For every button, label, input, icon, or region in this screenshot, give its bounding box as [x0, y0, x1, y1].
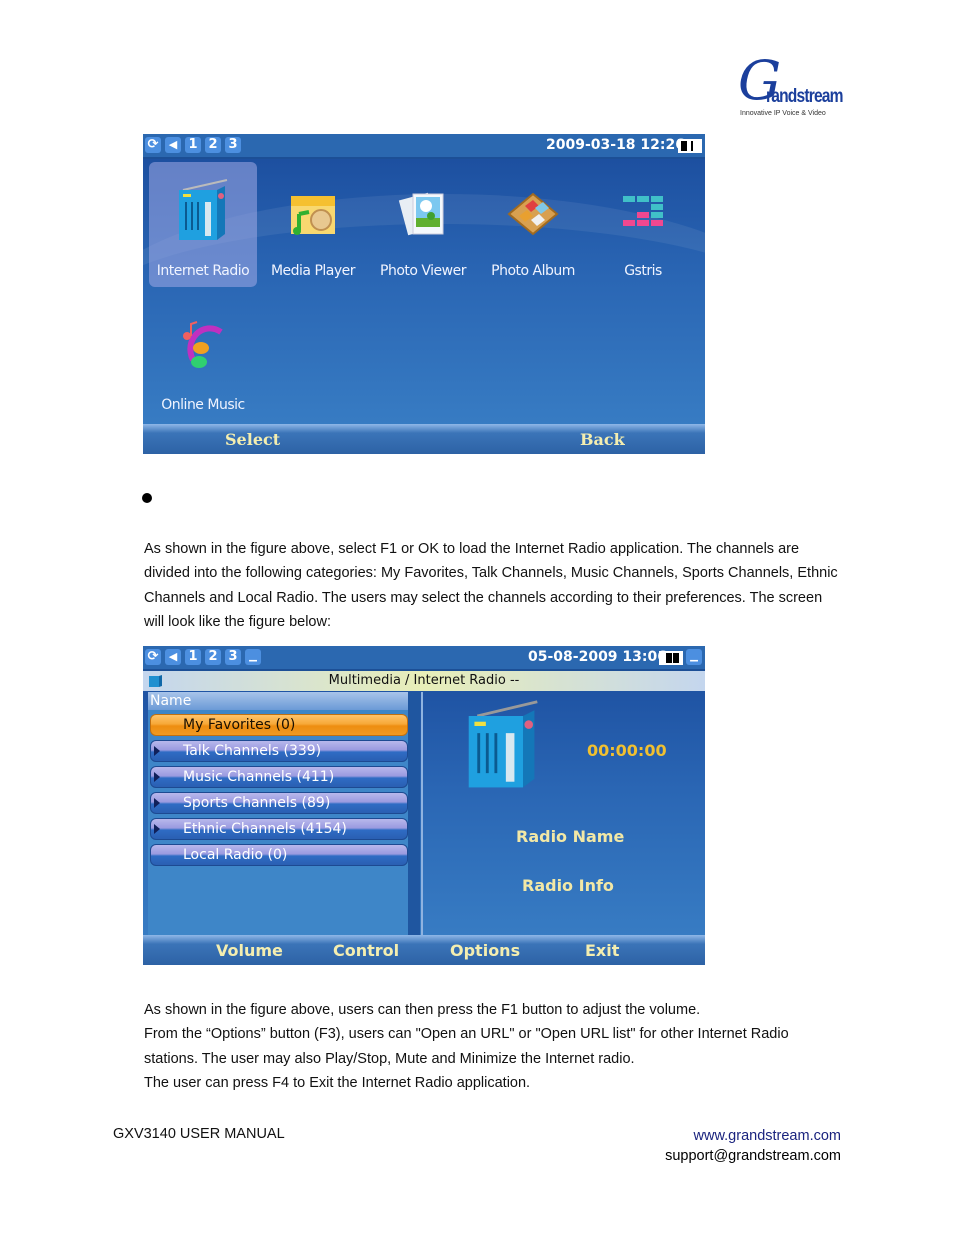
expand-arrow-icon	[154, 824, 160, 834]
paragraph-usage: As shown in the figure above, users can …	[144, 998, 844, 1095]
control-softkey[interactable]: Control	[333, 941, 399, 960]
app-gstris[interactable]: Gstris	[589, 162, 697, 287]
status-bar: ⟳ ◀ 1 2 3 ▁ 05-08-2009 13:06 ▁	[143, 646, 705, 671]
list-header-name[interactable]: Name	[148, 692, 408, 710]
channel-label: Ethnic Channels (4154)	[183, 821, 347, 837]
battery-icon	[678, 139, 702, 153]
playback-timer: 00:00:00	[587, 741, 667, 760]
channel-row-talk[interactable]: Talk Channels (339)	[150, 740, 408, 762]
logo-tagline: Innovative IP Voice & Video	[740, 110, 826, 117]
screen-title: Multimedia / Internet Radio --	[328, 673, 520, 688]
exit-softkey[interactable]: Exit	[585, 941, 619, 960]
app-photo-viewer[interactable]: Photo Viewer	[369, 162, 477, 287]
internet-radio-screenshot: ⟳ ◀ 1 2 3 ▁ 05-08-2009 13:06 ▁ Multimedi…	[143, 646, 705, 965]
line-3-icon: 3	[225, 137, 241, 153]
headphones-icon	[183, 321, 223, 368]
softkey-bar: Select Back	[143, 424, 705, 454]
list-scrollbar[interactable]	[408, 692, 420, 935]
paragraph-intro: As shown in the figure above, select F1 …	[144, 541, 838, 630]
expand-arrow-icon	[154, 772, 160, 782]
status-datetime: 2009-03-18 12:26	[546, 137, 685, 153]
minimize-icon: ▁	[245, 649, 261, 665]
sync-icon: ⟳	[145, 649, 161, 665]
logo-wordmark: randstream	[766, 86, 843, 107]
back-softkey[interactable]: Back	[580, 430, 625, 449]
radio-name: Radio Name	[516, 827, 625, 846]
channel-label: My Favorites (0)	[183, 717, 296, 733]
channel-row-ethnic[interactable]: Ethnic Channels (4154)	[150, 818, 408, 840]
pane-divider	[421, 692, 423, 935]
line-2-icon: 2	[205, 137, 221, 153]
app-label: Photo Viewer	[380, 263, 466, 279]
volume-softkey[interactable]: Volume	[216, 941, 283, 960]
speaker-icon: ◀	[165, 649, 181, 665]
app-photo-album[interactable]: Photo Album	[479, 162, 587, 287]
app-label: Photo Album	[491, 263, 575, 279]
channel-label: Sports Channels (89)	[183, 795, 331, 811]
bullet-point	[142, 493, 152, 503]
status-bar: ⟳ ◀ 1 2 3 2009-03-18 12:26	[143, 134, 705, 159]
line-3-icon: 3	[225, 649, 241, 665]
minimize-icon: ▁	[686, 649, 702, 665]
select-softkey[interactable]: Select	[225, 430, 280, 449]
grandstream-logo: G randstream Innovative IP Voice & Video	[738, 54, 843, 120]
channel-row-local[interactable]: Local Radio (0)	[150, 844, 408, 866]
photo-viewer-icon	[398, 192, 444, 236]
sync-icon: ⟳	[145, 137, 161, 153]
battery-icon	[659, 651, 683, 665]
line-1-icon: 1	[185, 649, 201, 665]
channel-label: Talk Channels (339)	[183, 743, 322, 759]
channel-row-my-favorites[interactable]: My Favorites (0)	[150, 714, 408, 736]
title-bar: Multimedia / Internet Radio --	[143, 671, 705, 691]
photo-album-icon	[507, 192, 559, 236]
app-label: Online Music	[161, 397, 245, 413]
channel-list: Name My Favorites (0) Talk Channels (339…	[148, 692, 408, 935]
radio-info: Radio Info	[522, 876, 614, 895]
expand-arrow-icon	[154, 746, 160, 756]
footer-manual-title: GXV3140 USER MANUAL	[113, 1126, 285, 1142]
support-email[interactable]: support@grandstream.com	[665, 1146, 841, 1166]
line-1-icon: 1	[185, 137, 201, 153]
multimedia-menu-screenshot: ⟳ ◀ 1 2 3 2009-03-18 12:26 Internet Radi…	[143, 134, 705, 454]
options-softkey[interactable]: Options	[450, 941, 520, 960]
website-link[interactable]: www.grandstream.com	[665, 1126, 841, 1146]
app-internet-radio[interactable]: Internet Radio	[149, 162, 257, 287]
channel-row-music[interactable]: Music Channels (411)	[150, 766, 408, 788]
app-label: Internet Radio	[156, 263, 250, 279]
channel-label: Music Channels (411)	[183, 769, 335, 785]
speaker-icon: ◀	[165, 137, 181, 153]
usage-line-options: From the “Options” button (F3), users ca…	[144, 1026, 789, 1067]
usage-line-exit: The user can press F4 to Exit the Intern…	[144, 1074, 531, 1091]
app-online-music[interactable]: Online Music	[149, 296, 257, 421]
app-label: Gstris	[624, 263, 662, 279]
expand-arrow-icon	[154, 798, 160, 808]
media-player-icon	[291, 196, 335, 235]
channel-row-sports[interactable]: Sports Channels (89)	[150, 792, 408, 814]
line-2-icon: 2	[205, 649, 221, 665]
radio-icon	[179, 179, 228, 240]
usage-line-volume: As shown in the figure above, users can …	[144, 1002, 701, 1018]
status-datetime: 05-08-2009 13:06	[528, 649, 667, 665]
footer-contact: www.grandstream.com support@grandstream.…	[665, 1126, 841, 1166]
softkey-bar: Volume Control Options Exit	[143, 935, 705, 965]
radio-icon	[468, 700, 538, 788]
gstris-icon	[623, 196, 663, 226]
app-label: Media Player	[270, 263, 356, 279]
channel-label: Local Radio (0)	[183, 847, 288, 863]
app-media-player[interactable]: Media Player	[259, 162, 367, 287]
